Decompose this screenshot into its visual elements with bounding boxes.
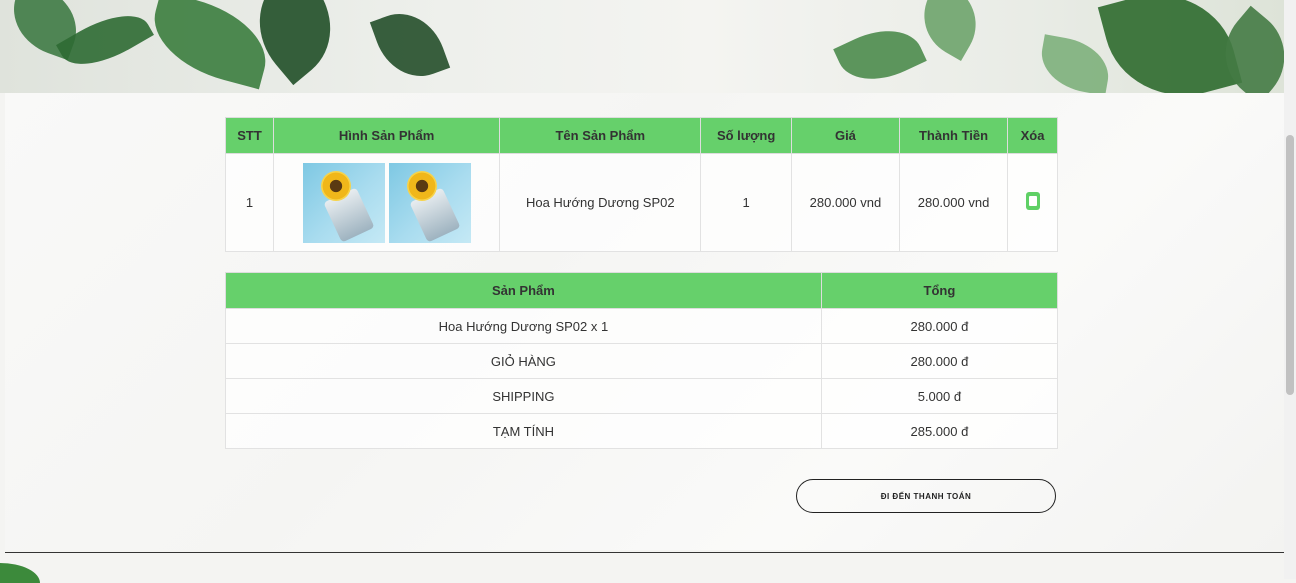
table-row: TẠM TÍNH 285.000 đ [225,413,1059,449]
cart-header-row: STT Hình Sản Phẩm Tên Sản Phẩm Số lượng … [225,117,1058,154]
summary-value: 5.000 đ [820,378,1059,414]
product-image[interactable] [388,162,471,243]
col-delete: Xóa [1007,117,1058,154]
table-row: 1 Hoa Hướng Dương SP02 1 280.000 vnd 280… [225,153,1058,252]
col-total: Thành Tiền [898,117,1009,154]
trash-icon[interactable] [1025,192,1040,210]
footer-divider [5,552,1284,553]
col-image: Hình Sản Phẩm [272,117,501,154]
summary-label: TẠM TÍNH [225,413,822,449]
row-delete [1007,153,1058,252]
col-price: Giá [790,117,900,154]
table-row: SHIPPING 5.000 đ [225,378,1059,414]
col-stt: STT [225,117,274,154]
row-price: 280.000 vnd [790,153,900,252]
summary-label: Hoa Hướng Dương SP02 x 1 [225,308,822,344]
table-row: Hoa Hướng Dương SP02 x 1 280.000 đ [225,308,1059,344]
summary-col-total: Tổng [820,272,1059,309]
col-name: Tên Sản Phẩm [499,117,702,154]
summary-value: 280.000 đ [820,308,1059,344]
checkout-button[interactable]: ĐI ĐẾN THANH TOÁN [796,479,1056,513]
col-qty: Số lượng [700,117,792,154]
scrollbar[interactable] [1284,0,1296,579]
scrollbar-thumb[interactable] [1286,135,1294,395]
row-quantity: 1 [700,153,792,252]
row-product-name: Hoa Hướng Dương SP02 [499,153,702,252]
footer-leaf-decoration [0,563,40,583]
row-images [272,153,501,252]
summary-col-product: Sản Phẩm [225,272,822,309]
cart-table: STT Hình Sản Phẩm Tên Sản Phẩm Số lượng … [225,117,1058,252]
order-summary-table: Sản Phẩm Tổng Hoa Hướng Dương SP02 x 1 2… [225,272,1059,449]
summary-header-row: Sản Phẩm Tổng [225,272,1059,309]
row-stt: 1 [225,153,274,252]
product-image[interactable] [302,162,385,243]
row-total: 280.000 vnd [898,153,1009,252]
summary-label: SHIPPING [225,378,822,414]
floral-banner [0,0,1284,93]
summary-value: 285.000 đ [820,413,1059,449]
table-row: GIỎ HÀNG 280.000 đ [225,343,1059,379]
summary-value: 280.000 đ [820,343,1059,379]
summary-label: GIỎ HÀNG [225,343,822,379]
